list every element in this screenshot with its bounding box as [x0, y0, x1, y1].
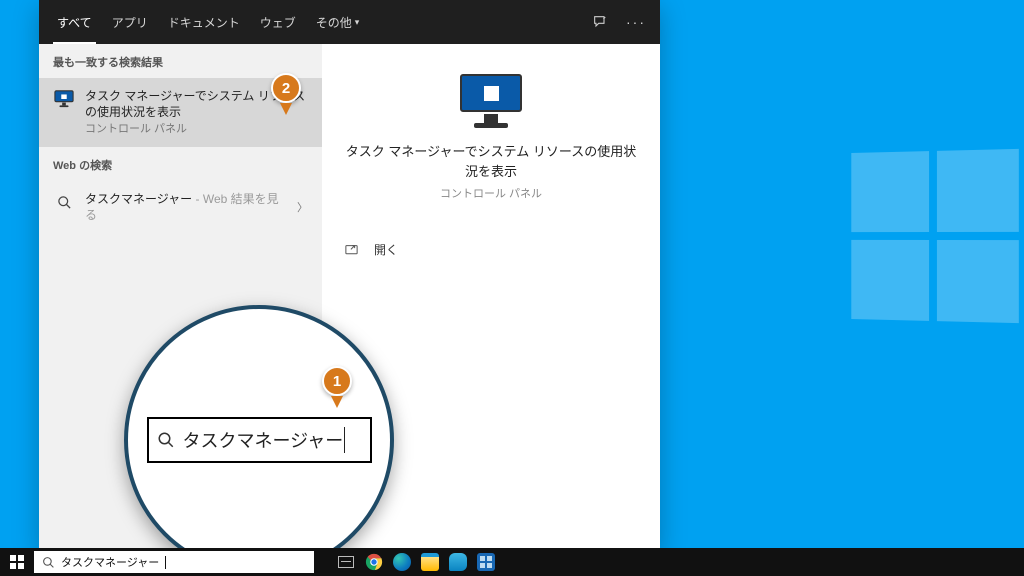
file-explorer-icon — [421, 553, 439, 571]
preview-title: タスク マネージャーでシステム リソースの使用状況を表示 — [342, 142, 640, 181]
tab-documents-label: ドキュメント — [168, 14, 240, 31]
chrome-icon — [365, 553, 383, 571]
app-cortana[interactable] — [446, 550, 470, 574]
app-chrome[interactable] — [362, 550, 386, 574]
annotation-2-label: 2 — [282, 80, 290, 97]
open-icon — [344, 243, 362, 257]
search-tabs: すべて アプリ ドキュメント ウェブ その他 ▾ ··· — [39, 0, 660, 44]
tab-apps[interactable]: アプリ — [102, 0, 158, 44]
tab-more[interactable]: その他 ▾ — [306, 0, 370, 44]
magnified-search-box: タスクマネージャー — [147, 417, 372, 463]
taskbar-search-query: タスクマネージャー — [61, 554, 159, 570]
tab-web-label: ウェブ — [260, 14, 296, 31]
wallpaper-windows-logo — [851, 149, 1019, 323]
taskbar: タスクマネージャー — [0, 548, 1024, 576]
preview-monitor-icon — [460, 74, 522, 130]
overflow-icon[interactable]: ··· — [626, 14, 646, 30]
tab-web[interactable]: ウェブ — [250, 0, 306, 44]
windows-icon — [10, 555, 24, 569]
chevron-down-icon: ▾ — [355, 17, 360, 28]
annotation-marker-1: 1 — [322, 366, 352, 408]
tab-documents[interactable]: ドキュメント — [158, 0, 250, 44]
tab-apps-label: アプリ — [112, 14, 148, 31]
taskbar-pinned-apps — [334, 550, 498, 574]
cortana-icon — [449, 553, 467, 571]
tab-more-label: その他 — [316, 14, 352, 31]
feedback-icon[interactable] — [592, 14, 608, 30]
result-web-search[interactable]: タスクマネージャー - Web 結果を見る 〉 — [39, 181, 322, 233]
magnified-search-query: タスクマネージャー — [183, 427, 346, 453]
edge-icon — [393, 553, 411, 571]
app-explorer[interactable] — [418, 550, 442, 574]
search-icon — [53, 191, 75, 213]
monitor-icon — [53, 88, 75, 110]
action-open-label: 開く — [374, 241, 398, 258]
preview-actions: 開く — [342, 237, 640, 262]
section-web: Web の検索 — [39, 147, 322, 181]
tab-all[interactable]: すべて — [47, 0, 102, 44]
tab-all-label: すべて — [57, 14, 92, 31]
result-subtitle: コントロール パネル — [85, 122, 308, 137]
result-web-title: タスクマネージャー — [85, 192, 192, 206]
task-view-button[interactable] — [334, 550, 358, 574]
app-calculator[interactable] — [474, 550, 498, 574]
annotation-1-label: 1 — [333, 373, 341, 390]
task-view-icon — [338, 556, 354, 568]
magnifier-callout: タスクマネージャー — [124, 305, 394, 575]
chevron-right-icon: 〉 — [297, 199, 308, 215]
taskbar-search-box[interactable]: タスクマネージャー — [34, 551, 314, 573]
start-button[interactable] — [0, 555, 34, 569]
preview-subtitle: コントロール パネル — [342, 185, 640, 201]
search-icon — [42, 556, 55, 569]
search-icon — [157, 431, 175, 449]
calculator-icon — [477, 553, 495, 571]
action-open[interactable]: 開く — [342, 237, 640, 262]
text-caret — [165, 556, 166, 569]
annotation-marker-2: 2 — [271, 73, 301, 115]
app-edge[interactable] — [390, 550, 414, 574]
